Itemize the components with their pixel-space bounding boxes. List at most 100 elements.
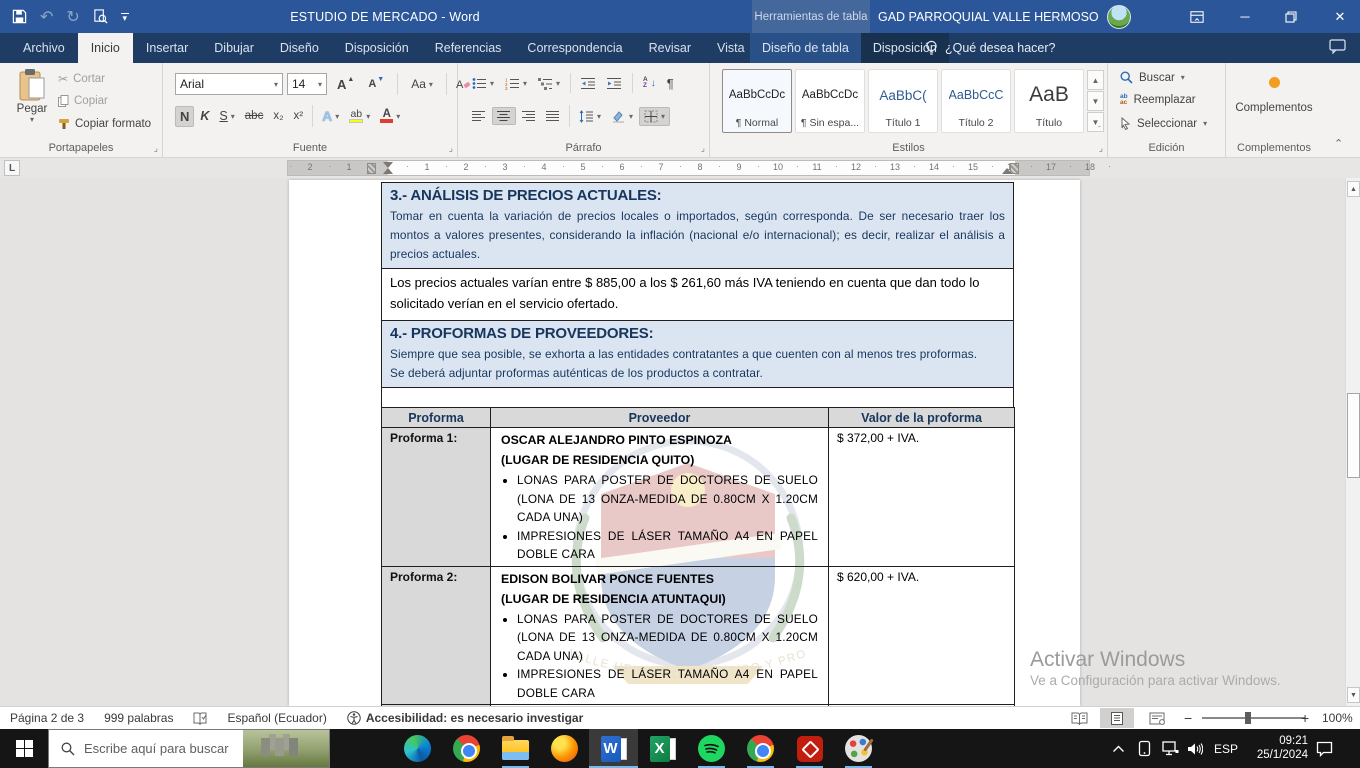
shrink-font-button[interactable]: A ▼	[364, 76, 388, 92]
justify-button[interactable]	[542, 108, 564, 124]
document-page[interactable]: VALLE HERMOSO TURÍSTICO Y PRODUCTIVO 3.-…	[289, 180, 1080, 706]
account-avatar[interactable]	[1106, 4, 1131, 29]
zoom-level[interactable]: 100%	[1322, 711, 1353, 725]
page-indicator[interactable]: Página 2 de 3	[10, 711, 84, 725]
tray-volume-icon[interactable]	[1187, 729, 1203, 768]
tray-clock[interactable]: 09:21 25/1/2024	[1242, 729, 1308, 768]
minimize-button[interactable]: ─	[1228, 0, 1262, 33]
document-area[interactable]: VALLE HERMOSO TURÍSTICO Y PRODUCTIVO 3.-…	[0, 178, 1360, 706]
zoom-slider-track[interactable]	[1202, 717, 1305, 719]
scroll-up-icon[interactable]: ▲	[1347, 181, 1360, 197]
print-layout-view-icon[interactable]	[1100, 708, 1134, 728]
style-titulo-2[interactable]: AaBbCcC Título 2	[941, 69, 1011, 133]
tab-inicio[interactable]: Inicio	[77, 33, 133, 63]
tab-correspondencia[interactable]: Correspondencia	[514, 33, 635, 63]
text-effects-button[interactable]: A ▾	[318, 106, 343, 126]
taskbar-edge-icon[interactable]	[393, 729, 442, 768]
addins-button[interactable]: Complementos	[1226, 77, 1322, 114]
tab-diseno[interactable]: Diseño	[267, 33, 332, 63]
scrollbar-thumb[interactable]	[1347, 393, 1360, 478]
language-indicator[interactable]: Español (Ecuador)	[227, 711, 326, 725]
taskbar-acrobat-icon[interactable]	[785, 729, 834, 768]
taskbar-excel-icon[interactable]: X	[638, 729, 687, 768]
style-sin-espaciado[interactable]: AaBbCcDc ¶ Sin espa...	[795, 69, 865, 133]
accessibility-status[interactable]: Accesibilidad: es necesario investigar	[347, 711, 583, 725]
numbering-button[interactable]: 1 2 3 ▾	[501, 75, 531, 92]
styles-gallery-more-icon[interactable]: ▼̱	[1087, 112, 1104, 132]
tab-stop-selector[interactable]: L	[4, 160, 20, 176]
increase-indent-button[interactable]	[603, 75, 626, 92]
align-center-button[interactable]	[492, 107, 516, 125]
account-info[interactable]: GAD PARROQUIAL VALLE HERMOSO	[878, 0, 1131, 33]
tab-insertar[interactable]: Insertar	[133, 33, 201, 63]
right-indent-marker[interactable]	[1002, 168, 1012, 174]
ribbon-display-options-button[interactable]	[1180, 0, 1214, 33]
decrease-indent-button[interactable]	[577, 75, 600, 92]
zoom-in-icon[interactable]: +	[1301, 710, 1309, 726]
proforma-table[interactable]: Proforma Proveedor Valor de la proforma …	[381, 407, 1015, 706]
action-center-icon[interactable]	[1316, 729, 1333, 768]
search-highlight-image[interactable]	[243, 730, 329, 767]
customize-qat-icon[interactable]: ▾	[120, 13, 129, 23]
table-column-marker-left[interactable]	[367, 163, 376, 174]
copy-button[interactable]: Copiar	[58, 95, 108, 107]
tell-me-box[interactable]: ¿Qué desea hacer?	[925, 33, 1056, 63]
styles-scroll-up-icon[interactable]: ▲	[1087, 70, 1104, 90]
select-button[interactable]: Seleccionar ▾	[1120, 117, 1207, 130]
multilevel-list-button[interactable]: ▾	[534, 75, 564, 92]
strikethrough-button[interactable]: abc	[241, 108, 268, 124]
taskbar-file-explorer-icon[interactable]	[491, 729, 540, 768]
align-left-button[interactable]	[468, 108, 490, 124]
tab-revisar[interactable]: Revisar	[636, 33, 704, 63]
save-icon[interactable]	[12, 9, 27, 24]
shading-button[interactable]: ▾	[607, 108, 637, 125]
find-button[interactable]: Buscar ▾	[1120, 71, 1185, 84]
vertical-scrollbar[interactable]: ▲ ▼	[1345, 178, 1360, 706]
start-button[interactable]	[0, 729, 48, 768]
tray-show-hidden-icons[interactable]	[1112, 729, 1125, 768]
font-size-combobox[interactable]: 14 ▾	[287, 73, 327, 95]
tray-phone-icon[interactable]	[1138, 729, 1151, 768]
line-spacing-button[interactable]: ▾	[575, 108, 605, 125]
print-preview-icon[interactable]	[93, 9, 108, 24]
tab-diseno-de-tabla[interactable]: Diseño de tabla	[750, 33, 861, 63]
format-painter-button[interactable]: Copiar formato	[58, 118, 151, 130]
web-layout-view-icon[interactable]	[1140, 708, 1174, 728]
tab-referencias[interactable]: Referencias	[422, 33, 515, 63]
proofing-icon[interactable]	[193, 712, 207, 725]
change-case-button[interactable]: Aa ▾	[407, 75, 437, 93]
styles-dialog-launcher[interactable]: ⌟	[1099, 143, 1103, 154]
document-content[interactable]: 3.- ANÁLISIS DE PRECIOS ACTUALES: Tomar …	[381, 182, 1015, 706]
read-mode-view-icon[interactable]	[1062, 708, 1096, 728]
font-dialog-launcher[interactable]: ⌟	[449, 143, 453, 154]
font-color-button[interactable]: A ▾	[376, 107, 404, 125]
tab-dibujar[interactable]: Dibujar	[201, 33, 267, 63]
feedback-icon[interactable]	[1329, 39, 1346, 54]
underline-button[interactable]: S ▾	[215, 107, 238, 125]
font-family-combobox[interactable]: Arial ▾	[175, 73, 283, 95]
word-count[interactable]: 999 palabras	[104, 711, 173, 725]
taskbar-word-icon[interactable]: W	[589, 729, 638, 768]
cut-button[interactable]: ✂ Cortar	[58, 72, 105, 86]
style-titulo-1[interactable]: AaBbC( Título 1	[868, 69, 938, 133]
zoom-slider-thumb[interactable]	[1245, 712, 1251, 724]
tray-language-indicator[interactable]: ESP	[1214, 729, 1238, 768]
clipboard-dialog-launcher[interactable]: ⌟	[154, 143, 158, 154]
grow-font-button[interactable]: A ▲	[333, 75, 358, 94]
zoom-out-icon[interactable]: −	[1184, 710, 1192, 726]
styles-scroll-down-icon[interactable]: ▼	[1087, 91, 1104, 111]
style-normal[interactable]: AaBbCcDc ¶ Normal	[722, 69, 792, 133]
align-right-button[interactable]	[518, 108, 540, 124]
superscript-button[interactable]: x²	[290, 108, 308, 124]
collapse-ribbon-icon[interactable]: ⌃	[1334, 137, 1343, 150]
taskbar-firefox-icon[interactable]	[540, 729, 589, 768]
close-button[interactable]: ✕	[1320, 0, 1360, 33]
replace-button[interactable]: ab ac Reemplazar	[1120, 93, 1196, 106]
redo-icon[interactable]: ↻	[66, 7, 79, 27]
scroll-down-icon[interactable]: ▼	[1347, 687, 1360, 703]
paragraph-dialog-launcher[interactable]: ⌟	[701, 143, 705, 154]
bullets-button[interactable]: ▾	[468, 75, 498, 92]
taskbar-chrome-remote-icon[interactable]	[736, 729, 785, 768]
tab-disposicion[interactable]: Disposición	[332, 33, 422, 63]
italic-button[interactable]: K	[196, 107, 213, 125]
